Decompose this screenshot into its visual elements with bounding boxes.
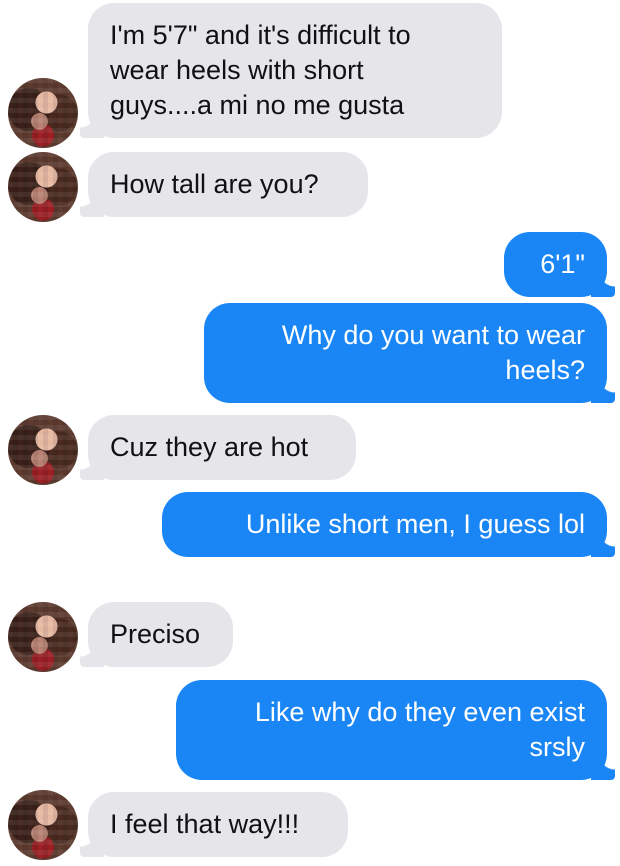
- bubble-tail: [80, 454, 104, 480]
- bubble-tail: [80, 831, 104, 857]
- message-text-line: I feel that way!!!: [110, 809, 300, 839]
- outgoing-message-bubble[interactable]: Like why do they even exist srsly: [176, 680, 615, 780]
- message-text-line: Preciso: [110, 619, 201, 649]
- avatar-icon[interactable]: [8, 602, 78, 672]
- incoming-message-bubble[interactable]: How tall are you?: [80, 152, 368, 217]
- message-text-line: guys....a mi no me gusta: [110, 90, 405, 120]
- bubble-tail: [591, 271, 615, 297]
- message-text-line: Unlike short men, I guess lol: [245, 509, 585, 539]
- message-text-line: 6'1": [540, 249, 585, 279]
- message-text-line: How tall are you?: [110, 169, 319, 199]
- outgoing-message-bubble[interactable]: Why do you want to wear heels?: [204, 303, 615, 403]
- avatar-icon[interactable]: [8, 415, 78, 485]
- avatar-icon[interactable]: [8, 152, 78, 222]
- bubble-tail: [591, 377, 615, 403]
- message-text-line: Like why do they even exist: [254, 697, 585, 727]
- message-text-line: srsly: [529, 732, 586, 762]
- bubble-tail: [80, 112, 104, 138]
- message-text-line: heels?: [505, 355, 585, 385]
- bubble-tail: [591, 531, 615, 557]
- outgoing-message-bubble[interactable]: 6'1": [504, 232, 615, 297]
- avatar-icon[interactable]: [8, 790, 78, 860]
- message-thread: I'm 5'7" and it's difficult to wear heel…: [0, 0, 620, 866]
- incoming-message-bubble[interactable]: Cuz they are hot: [80, 415, 356, 480]
- incoming-message-bubble[interactable]: I feel that way!!!: [80, 792, 348, 857]
- message-text-line: I'm 5'7" and it's difficult to: [110, 20, 411, 50]
- message-text-line: Why do you want to wear: [281, 320, 585, 350]
- incoming-message-bubble[interactable]: I'm 5'7" and it's difficult to wear heel…: [80, 3, 502, 138]
- bubble-tail: [80, 641, 104, 667]
- bubble-tail: [591, 754, 615, 780]
- avatar-icon[interactable]: [8, 78, 78, 148]
- message-text-line: wear heels with short: [110, 55, 364, 85]
- incoming-message-bubble[interactable]: Preciso: [80, 602, 233, 667]
- outgoing-message-bubble[interactable]: Unlike short men, I guess lol: [162, 492, 615, 557]
- message-text-line: Cuz they are hot: [110, 432, 309, 462]
- bubble-tail: [80, 191, 104, 217]
